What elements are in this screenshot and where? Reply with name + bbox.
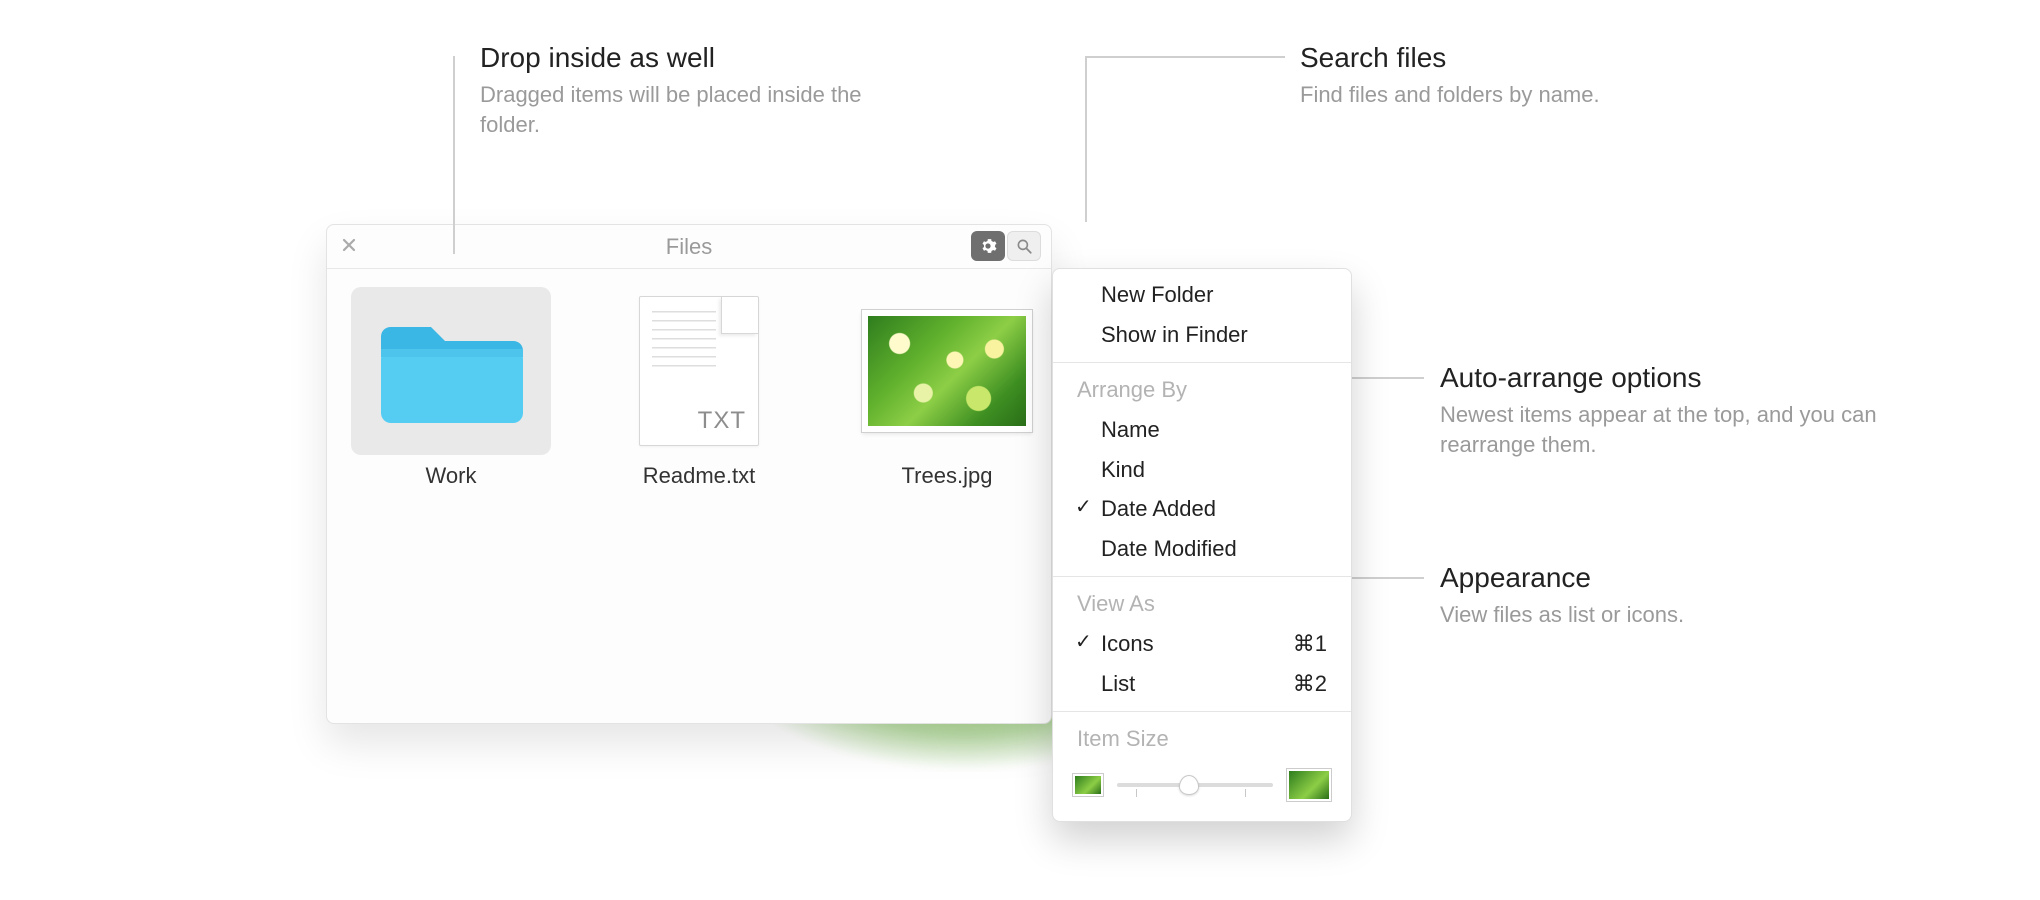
files-body[interactable]: Work TXT Readme.txt Trees.jpg [327,269,1051,507]
search-icon [1015,237,1033,255]
menu-shortcut: ⌘1 [1293,628,1327,660]
small-thumb-icon [1073,774,1103,796]
callout-title: Drop inside as well [480,42,900,74]
menu-header-arrange-by: Arrange By [1053,370,1351,410]
file-icon [351,287,551,455]
menu-item-arrange-date-added[interactable]: Date Added [1053,489,1351,529]
callout-title: Search files [1300,42,1720,74]
file-item-folder[interactable]: Work [351,287,551,489]
callout-appearance: Appearance View files as list or icons. [1440,562,1900,630]
window-title: Files [666,234,712,260]
file-icon [847,287,1047,455]
image-thumbnail-icon [862,310,1032,432]
file-label: Readme.txt [643,463,756,489]
menu-item-show-in-finder[interactable]: Show in Finder [1053,315,1351,355]
menu-separator [1053,711,1351,712]
document-icon: TXT [639,296,759,446]
callout-desc: Newest items appear at the top, and you … [1440,400,1900,459]
file-extension: TXT [698,407,746,435]
menu-item-arrange-kind[interactable]: Kind [1053,450,1351,490]
titlebar-right [971,231,1041,261]
slider-thumb[interactable] [1179,775,1199,795]
file-item-image[interactable]: Trees.jpg [847,287,1047,489]
large-thumb-icon [1287,769,1331,801]
menu-item-label: List [1101,671,1135,696]
callout-desc: View files as list or icons. [1440,600,1900,630]
menu-item-arrange-date-modified[interactable]: Date Modified [1053,529,1351,569]
menu-item-view-list[interactable]: List ⌘2 [1053,664,1351,704]
gear-icon [979,237,997,255]
menu-item-arrange-name[interactable]: Name [1053,410,1351,450]
callout-desc: Dragged items will be placed inside the … [480,80,900,139]
search-button[interactable] [1007,231,1041,261]
leader-line [1085,56,1285,58]
folder-icon [371,311,531,431]
close-button[interactable] [341,237,361,257]
leader-line [1085,56,1087,222]
item-size-slider[interactable] [1117,783,1273,787]
menu-item-new-folder[interactable]: New Folder [1053,275,1351,315]
leader-line [1344,377,1424,379]
menu-separator [1053,362,1351,363]
callout-search: Search files Find files and folders by n… [1300,42,1720,110]
callout-title: Appearance [1440,562,1900,594]
menu-separator [1053,576,1351,577]
files-window: Files [326,224,1052,724]
leader-line [453,56,455,254]
item-size-slider-row [1053,759,1351,815]
settings-button[interactable] [971,231,1005,261]
close-icon [341,237,357,253]
settings-dropdown: New Folder Show in Finder Arrange By Nam… [1052,268,1352,822]
menu-shortcut: ⌘2 [1293,668,1327,700]
menu-item-view-icons[interactable]: Icons ⌘1 [1053,624,1351,664]
file-label: Trees.jpg [902,463,993,489]
menu-item-label: Icons [1101,631,1154,656]
callout-title: Auto-arrange options [1440,362,1900,394]
titlebar: Files [327,225,1051,269]
file-icon: TXT [599,287,799,455]
callout-desc: Find files and folders by name. [1300,80,1720,110]
leader-line [1344,577,1424,579]
menu-header-view-as: View As [1053,584,1351,624]
callout-drop: Drop inside as well Dragged items will b… [480,42,900,139]
menu-header-item-size: Item Size [1053,719,1351,759]
callout-arrange: Auto-arrange options Newest items appear… [1440,362,1900,459]
file-item-txt[interactable]: TXT Readme.txt [599,287,799,489]
file-label: Work [426,463,477,489]
